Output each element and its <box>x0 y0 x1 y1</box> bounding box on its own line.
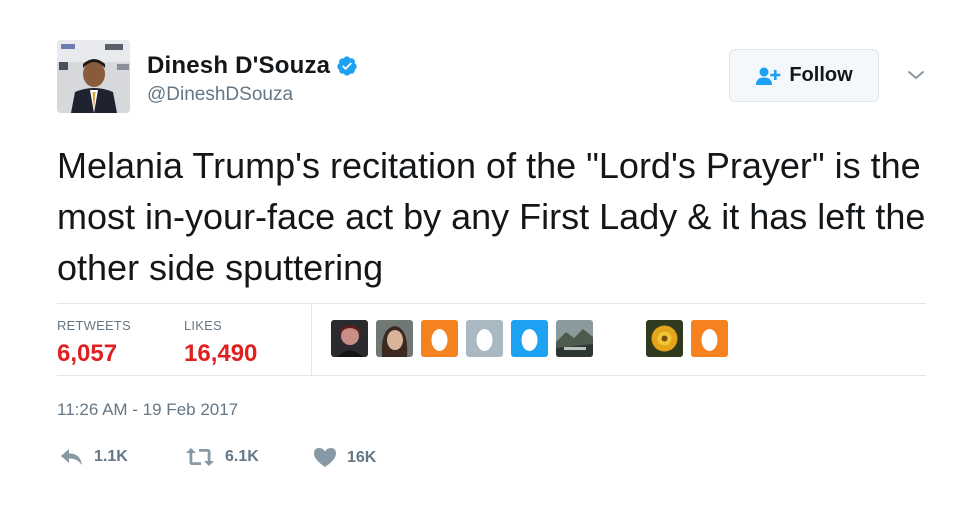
like-button[interactable]: 16K <box>313 447 376 468</box>
liker-avatar[interactable] <box>511 320 548 357</box>
reply-button[interactable]: 1.1K <box>60 447 128 467</box>
liker-avatar[interactable] <box>421 320 458 357</box>
retweets-value: 6,057 <box>57 340 118 367</box>
liker-avatar[interactable] <box>646 320 683 357</box>
reply-count: 1.1K <box>94 448 128 465</box>
liker-avatar[interactable] <box>691 320 728 357</box>
likes-label: LIKES <box>184 318 222 333</box>
tweet-text: Melania Trump's recitation of the "Lord'… <box>57 145 926 288</box>
retweets-label: RETWEETS <box>57 318 131 333</box>
liker-avatar[interactable] <box>331 320 368 357</box>
stats-bottom-divider <box>57 375 926 376</box>
chevron-down-icon[interactable] <box>906 68 926 82</box>
author-display-name[interactable]: Dinesh D'Souza <box>147 52 330 80</box>
likes-stat[interactable]: LIKES 16,490 <box>184 317 257 368</box>
liker-avatar[interactable] <box>466 320 503 357</box>
reply-icon <box>61 449 82 465</box>
liker-avatar[interactable] <box>376 320 413 357</box>
verified-badge-icon <box>337 56 357 76</box>
retweets-stat[interactable]: RETWEETS 6,057 <box>57 317 131 368</box>
retweet-count: 6.1K <box>225 448 259 465</box>
liker-avatar[interactable] <box>556 320 593 357</box>
retweet-icon <box>186 448 214 466</box>
avatar-image <box>57 40 130 113</box>
author-handle[interactable]: @DineshDSouza <box>147 84 293 106</box>
stats-top-divider <box>57 303 926 304</box>
author-avatar[interactable] <box>57 40 130 113</box>
author-name-line[interactable]: Dinesh D'Souza <box>147 52 358 80</box>
likes-value: 16,490 <box>184 340 258 367</box>
like-count: 16K <box>347 448 377 466</box>
add-user-icon <box>756 67 781 85</box>
tweet-timestamp[interactable]: 11:26 AM - 19 Feb 2017 <box>57 400 238 420</box>
stats-separator <box>311 304 312 375</box>
follow-button-label: Follow <box>789 64 853 86</box>
heart-icon <box>314 448 336 467</box>
follow-button[interactable]: Follow <box>729 49 879 102</box>
retweet-button[interactable]: 6.1K <box>185 447 259 467</box>
